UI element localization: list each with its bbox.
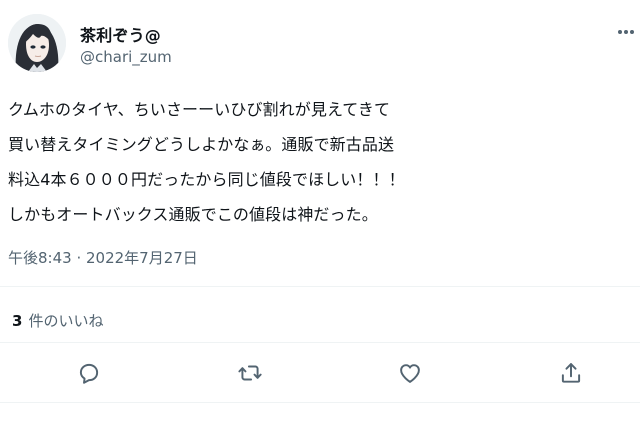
- tweet-timestamp[interactable]: 午後8:43 · 2022年7月27日: [8, 247, 198, 268]
- avatar[interactable]: [8, 14, 66, 72]
- reply-icon[interactable]: [76, 360, 102, 386]
- more-options-icon[interactable]: [612, 18, 640, 46]
- tweet-text-line: 買い替えタイミングどうしよかなぁ。通販で新古品送: [8, 135, 395, 154]
- share-icon[interactable]: [558, 360, 584, 386]
- like-label: 件のいいね: [28, 312, 104, 330]
- tweet-text-line: クムホのタイヤ、ちいさーーいひび割れが見えてきて: [8, 100, 391, 119]
- like-icon[interactable]: [397, 360, 423, 386]
- divider: [0, 342, 640, 343]
- like-stats[interactable]: 3 件のいいね: [12, 310, 103, 331]
- anime-girl-avatar-icon: [8, 14, 66, 72]
- divider: [0, 286, 640, 287]
- divider: [0, 402, 640, 403]
- tweet-text-line: しかもオートバックス通販でこの値段は神だった。: [8, 205, 378, 224]
- display-name[interactable]: 茶利ぞう@: [80, 22, 161, 46]
- tweet-text-line: 料込4本６０００円だったから同じ値段でほしい！！！: [8, 170, 405, 189]
- retweet-icon[interactable]: [237, 360, 263, 386]
- user-handle[interactable]: @chari_zum: [80, 48, 172, 66]
- like-count: 3: [12, 312, 23, 330]
- tweet-text: クムホのタイヤ、ちいさーーいひび割れが見えてきて 買い替えタイミングどうしよかな…: [8, 92, 640, 232]
- tweet-card: 茶利ぞう@ @chari_zum クムホのタイヤ、ちいさーーいひび割れが見えてき…: [0, 0, 640, 427]
